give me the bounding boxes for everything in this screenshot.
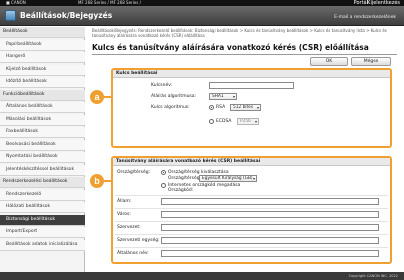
key-name-input[interactable] [209, 82, 294, 89]
sidebar-item[interactable]: Általános beállítások [0, 102, 85, 113]
city-label: Város: [117, 212, 131, 217]
csr-settings-panel: Tanúsítvány aláírására vonatkozó kérés (… [111, 156, 392, 264]
csr-settings-heading: Tanúsítvány aláírására vonatkozó kérés (… [113, 158, 390, 166]
country-code-radio[interactable] [161, 183, 166, 188]
key-algorithm-label: Kulcs algoritmus: [151, 105, 190, 110]
common-name-input[interactable] [161, 250, 379, 257]
sidebar-item[interactable]: Import/Export [0, 227, 85, 238]
key-settings-panel: Kulcs beállításai Kulcsnév: Aláírás algo… [111, 68, 392, 148]
ecdsa-label: ECDSA [216, 119, 232, 124]
city-input[interactable] [161, 211, 379, 218]
row-divider [115, 247, 388, 248]
row-divider [115, 221, 388, 222]
title-divider [92, 54, 397, 55]
country-select-radio[interactable] [161, 170, 166, 175]
chevron-down-icon: ▾ [252, 176, 255, 181]
cancel-button[interactable]: Mégse [351, 57, 391, 66]
rsa-bit-select[interactable]: 512 bites ▾ [230, 104, 261, 111]
sidebar-item[interactable]: Beolvasási beállítások [0, 139, 85, 151]
sidebar-item[interactable]: Időzítő beállítások [0, 77, 85, 88]
app-title: Beállítások/Bejegyzés [20, 11, 113, 20]
sidebar: Beállítások Papírbeállítások Hangerő Kijelz… [0, 27, 85, 280]
chevron-down-icon: ▾ [232, 94, 235, 99]
state-input[interactable] [161, 198, 379, 205]
sidebar-item[interactable]: Beállítások adatok inicializálása [0, 239, 85, 251]
settings-app-icon [5, 10, 16, 21]
row-divider [115, 208, 388, 209]
sidebar-item[interactable]: Nyomtatási beállítások [0, 152, 85, 163]
sidebar-item[interactable]: Biztonsági beállítások [0, 214, 85, 226]
country-code-label: Országkód: [168, 188, 194, 193]
brand-logo: ■ CANON [6, 0, 26, 5]
sidebar-item[interactable]: Kijelző beállítások [0, 64, 85, 76]
common-name-label: Általános név: [117, 251, 149, 256]
signature-algorithm-label: Aláírás algoritmusa: [151, 94, 197, 99]
sidebar-item[interactable]: Faxbeállítások [0, 127, 85, 138]
sidebar-item: Rendszerkezelési beállítások [0, 177, 85, 188]
sidebar-item: Funkcióbeállítások [0, 89, 85, 101]
device-model: MF 268 Series / MF 268 Series / [78, 0, 141, 5]
mail-admin-link[interactable]: E-mail a rendszerkezelőnek [334, 15, 396, 20]
ok-button[interactable]: OK [310, 57, 348, 66]
sidebar-item[interactable]: Rendszerkezelő [0, 189, 85, 201]
sidebar-item: Beállítások [0, 27, 85, 38]
sidebar-item[interactable]: Papírbeállítások [0, 39, 85, 51]
copyright: Copyright CANON INC. 2022 [348, 274, 398, 278]
organization-label: Szervezet: [117, 225, 141, 230]
chevron-down-icon: ▾ [256, 105, 259, 110]
row-divider [115, 234, 388, 235]
chevron-down-icon: ▾ [254, 119, 257, 124]
row-divider [115, 195, 388, 196]
breadcrumb[interactable]: Beállítások/Bejegyzés: Rendszerkezelő be… [92, 28, 392, 38]
sidebar-item[interactable]: Hálózati beállítások [0, 202, 85, 213]
signature-algorithm-select[interactable]: SHA1 ▾ [209, 93, 237, 100]
organization-input[interactable] [161, 224, 379, 231]
page-title: Kulcs és tanúsítvány aláírására vonatkoz… [92, 43, 369, 52]
callout-b-badge: b [90, 174, 104, 188]
country-select[interactable]: Egyesült Királyság (GB) ▾ [199, 175, 257, 182]
key-settings-heading: Kulcs beállításai [113, 70, 390, 78]
callout-a-badge: a [90, 90, 104, 104]
sidebar-item[interactable]: Hangerő [0, 52, 85, 63]
rsa-radio[interactable] [209, 105, 214, 110]
sidebar-item[interactable]: Jelentéskészítéssel beállítások [0, 164, 85, 176]
ecdsa-radio[interactable] [209, 119, 214, 124]
sidebar-item[interactable]: Másolási beállítások [0, 114, 85, 126]
ecdsa-curve-select[interactable]: P256 ▾ [237, 118, 259, 125]
header: Beállítások/Bejegyzés E-mail a rendszerk… [0, 6, 404, 26]
country-dropdown-label: Ország/térség: [168, 176, 202, 181]
key-name-label: Kulcsnév: [151, 83, 173, 88]
footer: Copyright CANON INC. 2022 [0, 272, 404, 280]
country-label: Ország/térség: [117, 170, 151, 175]
organizational-unit-input[interactable] [161, 237, 379, 244]
organizational-unit-label: Szervezeti egység: [117, 238, 160, 243]
rsa-label: RSA [216, 105, 226, 110]
state-label: Állam: [117, 199, 132, 204]
